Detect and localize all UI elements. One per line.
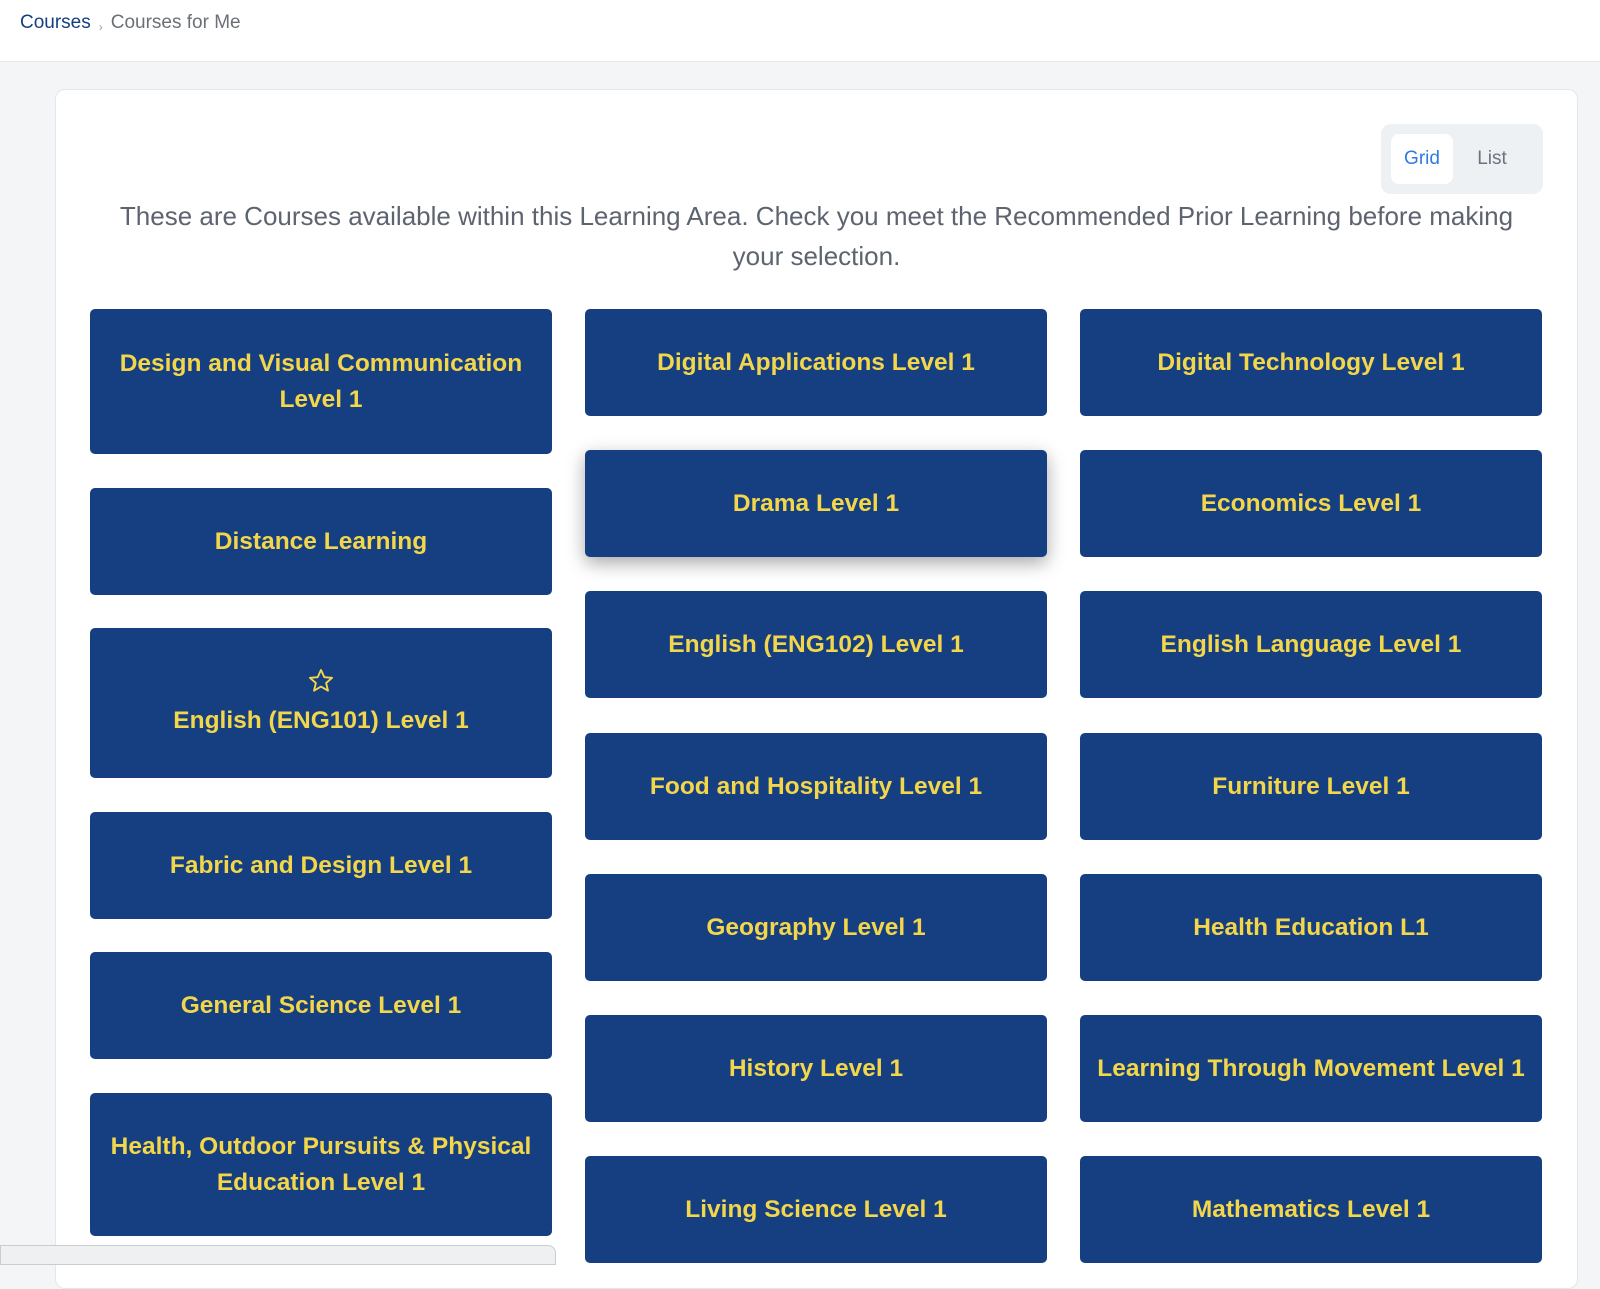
course-title: Distance Learning	[214, 527, 428, 555]
course-tile-drama[interactable]: Drama Level 1	[585, 450, 1047, 557]
course-tile-english-language[interactable]: English Language Level 1	[1080, 591, 1542, 698]
course-title: English Language Level 1	[1160, 630, 1462, 658]
course-tile-fabric-design[interactable]: Fabric and Design Level 1	[90, 812, 552, 919]
course-title: Geography Level 1	[706, 913, 926, 941]
course-title: Food and Hospitality Level 1	[649, 772, 983, 800]
course-tile-history[interactable]: History Level 1	[585, 1015, 1047, 1122]
course-tile-food-hospitality[interactable]: Food and Hospitality Level 1	[585, 733, 1047, 840]
course-tile-english-eng101[interactable]: English (ENG101) Level 1	[90, 628, 552, 778]
course-title: English (ENG101) Level 1	[173, 707, 469, 734]
course-title: Drama Level 1	[732, 489, 900, 517]
course-title: Furniture Level 1	[1212, 772, 1410, 800]
star-outline-icon[interactable]	[307, 667, 335, 695]
course-title: Economics Level 1	[1200, 489, 1422, 517]
course-title: Digital Technology Level 1	[1157, 348, 1465, 376]
course-tile-digital-applications[interactable]: Digital Applications Level 1	[585, 309, 1047, 416]
browser-status-bar	[0, 1245, 556, 1265]
course-title: Fabric and Design Level 1	[169, 851, 473, 879]
course-tile-geography[interactable]: Geography Level 1	[585, 874, 1047, 981]
course-tile-learning-through-movement[interactable]: Learning Through Movement Level 1	[1080, 1015, 1542, 1122]
course-tile-english-eng102[interactable]: English (ENG102) Level 1	[585, 591, 1047, 698]
breadcrumb-current: Courses for Me	[110, 12, 241, 33]
breadcrumb-courses-link[interactable]: Courses	[20, 12, 91, 34]
course-tile-general-science[interactable]: General Science Level 1	[90, 952, 552, 1059]
course-tile-health-education[interactable]: Health Education L1	[1080, 874, 1542, 981]
course-title: History Level 1	[728, 1054, 904, 1082]
intro-text: These are Courses available within this …	[119, 201, 1514, 271]
course-tile-living-science[interactable]: Living Science Level 1	[585, 1156, 1047, 1263]
course-tile-design-visual-communication[interactable]: Design and Visual Communication Level 1	[90, 309, 552, 454]
course-title: Digital Applications Level 1	[657, 348, 975, 376]
grid-view-button[interactable]: Grid	[1391, 134, 1453, 184]
course-title: Health Education L1	[1193, 913, 1429, 941]
course-tile-furniture[interactable]: Furniture Level 1	[1080, 733, 1542, 840]
course-tile-economics[interactable]: Economics Level 1	[1080, 450, 1542, 557]
course-title: Design and Visual Communication Level 1	[119, 349, 523, 413]
course-title: Living Science Level 1	[685, 1195, 947, 1223]
course-tile-distance-learning[interactable]: Distance Learning	[90, 488, 552, 595]
breadcrumb: Courses › Courses for Me	[20, 12, 241, 34]
course-tile-mathematics[interactable]: Mathematics Level 1	[1080, 1156, 1542, 1263]
course-title: Health, Outdoor Pursuits & Physical Educ…	[110, 1132, 532, 1196]
course-title: General Science Level 1	[180, 991, 462, 1019]
course-title: Learning Through Movement Level 1	[1097, 1054, 1525, 1082]
course-tile-health-outdoor-pursuits[interactable]: Health, Outdoor Pursuits & Physical Educ…	[90, 1093, 552, 1236]
view-toggle: Grid List	[1381, 124, 1543, 194]
list-view-button[interactable]: List	[1461, 134, 1523, 184]
course-title: English (ENG102) Level 1	[668, 630, 964, 658]
course-title: Mathematics Level 1	[1191, 1195, 1431, 1223]
top-bar: Courses › Courses for Me	[0, 0, 1600, 62]
breadcrumb-separator-icon: ›	[98, 20, 103, 34]
course-tile-digital-technology[interactable]: Digital Technology Level 1	[1080, 309, 1542, 416]
